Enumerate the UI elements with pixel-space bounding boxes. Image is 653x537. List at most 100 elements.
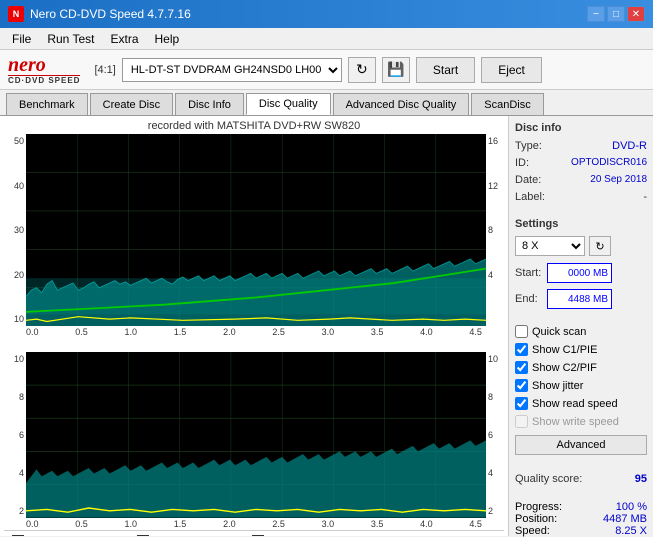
end-input[interactable] bbox=[547, 289, 612, 309]
menu-help[interactable]: Help bbox=[147, 30, 188, 48]
bot-y-right-10: 10 bbox=[488, 354, 498, 364]
start-input[interactable] bbox=[547, 263, 612, 283]
show-jitter-checkbox[interactable] bbox=[515, 379, 528, 392]
progress-value: 100 % bbox=[616, 501, 647, 513]
advanced-button[interactable]: Advanced bbox=[515, 435, 647, 455]
type-row: Type: DVD-R bbox=[515, 140, 647, 152]
menubar: File Run Test Extra Help bbox=[0, 28, 653, 50]
show-c1pie-label: Show C1/PIE bbox=[532, 344, 597, 356]
speed-display-row: Speed: 8.25 X bbox=[515, 525, 647, 537]
tab-bar: Benchmark Create Disc Disc Info Disc Qua… bbox=[0, 90, 653, 116]
show-c1pie-checkbox[interactable] bbox=[515, 343, 528, 356]
nero-logo: nero CD·DVD SPEED bbox=[8, 55, 80, 85]
quick-scan-row: Quick scan bbox=[515, 325, 647, 338]
quick-scan-checkbox[interactable] bbox=[515, 325, 528, 338]
quality-score-row: Quality score: 95 bbox=[515, 473, 647, 485]
top-y-right-12: 12 bbox=[488, 181, 498, 191]
tab-advanced-disc-quality[interactable]: Advanced Disc Quality bbox=[333, 93, 470, 115]
top-chart-svg bbox=[26, 134, 486, 326]
bottom-chart-inner bbox=[26, 352, 486, 518]
top-y-right-8: 8 bbox=[488, 225, 493, 235]
progress-label: Progress: bbox=[515, 501, 562, 513]
menu-extra[interactable]: Extra bbox=[102, 30, 146, 48]
bottom-chart-svg bbox=[26, 352, 486, 518]
speed-display-label: Speed: bbox=[515, 525, 550, 537]
minimize-button[interactable]: − bbox=[587, 6, 605, 22]
bot-y-left-2: 2 bbox=[19, 506, 24, 516]
speed-select[interactable]: 8 X bbox=[515, 236, 585, 256]
start-label: Start: bbox=[515, 267, 543, 279]
id-value: OPTODISCR016 bbox=[571, 157, 647, 169]
save-icon: 💾 bbox=[387, 61, 404, 78]
maximize-button[interactable]: □ bbox=[607, 6, 625, 22]
show-jitter-row: Show jitter bbox=[515, 379, 647, 392]
main-content: recorded with MATSHITA DVD+RW SW820 50 4… bbox=[0, 116, 653, 536]
bot-y-right-4: 4 bbox=[488, 468, 493, 478]
start-row: Start: bbox=[515, 263, 647, 283]
show-read-speed-checkbox[interactable] bbox=[515, 397, 528, 410]
menu-file[interactable]: File bbox=[4, 30, 39, 48]
settings-title: Settings bbox=[515, 218, 647, 230]
top-y-left-50: 50 bbox=[14, 136, 24, 146]
top-chart-inner bbox=[26, 134, 486, 326]
show-c1pie-row: Show C1/PIE bbox=[515, 343, 647, 356]
top-y-right-16: 16 bbox=[488, 136, 498, 146]
top-y-left-30: 30 bbox=[14, 225, 24, 235]
bot-y-left-6: 6 bbox=[19, 430, 24, 440]
show-read-speed-label: Show read speed bbox=[532, 398, 618, 410]
right-panel: Disc info Type: DVD-R ID: OPTODISCR016 D… bbox=[508, 116, 653, 536]
eject-button[interactable]: Eject bbox=[481, 57, 542, 83]
top-y-right-4: 4 bbox=[488, 270, 493, 280]
tab-scan-disc[interactable]: ScanDisc bbox=[471, 93, 543, 115]
quality-score-label: Quality score: bbox=[515, 473, 582, 485]
show-c2pif-row: Show C2/PIF bbox=[515, 361, 647, 374]
titlebar: N Nero CD-DVD Speed 4.7.7.16 − □ ✕ bbox=[0, 0, 653, 28]
position-label: Position: bbox=[515, 513, 557, 525]
settings-refresh-button[interactable]: ↻ bbox=[589, 236, 611, 256]
top-y-left-20: 20 bbox=[14, 270, 24, 280]
show-jitter-label: Show jitter bbox=[532, 380, 583, 392]
top-y-left-40: 40 bbox=[14, 181, 24, 191]
speed-display-value: 8.25 X bbox=[615, 525, 647, 537]
tab-benchmark[interactable]: Benchmark bbox=[6, 93, 88, 115]
show-write-speed-label: Show write speed bbox=[532, 416, 619, 428]
show-read-speed-row: Show read speed bbox=[515, 397, 647, 410]
disc-info-title: Disc info bbox=[515, 122, 647, 134]
show-write-speed-checkbox[interactable] bbox=[515, 415, 528, 428]
recorded-with-label: recorded with MATSHITA DVD+RW SW820 bbox=[4, 120, 504, 132]
tab-disc-info[interactable]: Disc Info bbox=[175, 93, 244, 115]
label-row: Label: - bbox=[515, 191, 647, 203]
chart-area: recorded with MATSHITA DVD+RW SW820 50 4… bbox=[0, 116, 508, 536]
start-button[interactable]: Start bbox=[416, 57, 475, 83]
tab-disc-quality[interactable]: Disc Quality bbox=[246, 93, 331, 115]
speed-row: 8 X ↻ bbox=[515, 236, 647, 256]
position-value: 4487 MB bbox=[603, 513, 647, 525]
position-row: Position: 4487 MB bbox=[515, 513, 647, 525]
date-row: Date: 20 Sep 2018 bbox=[515, 174, 647, 186]
app-title: Nero CD-DVD Speed 4.7.7.16 bbox=[30, 7, 587, 21]
date-label: Date: bbox=[515, 174, 541, 186]
toolbar: nero CD·DVD SPEED [4:1] HL-DT-ST DVDRAM … bbox=[0, 50, 653, 90]
window-controls: − □ ✕ bbox=[587, 6, 645, 22]
label-label: Label: bbox=[515, 191, 545, 203]
bottom-chart-x-labels: 0.0 0.5 1.0 1.5 2.0 2.5 3.0 3.5 4.0 4.5 bbox=[4, 518, 504, 530]
save-button[interactable]: 💾 bbox=[382, 57, 410, 83]
drive-prefix: [4:1] bbox=[94, 64, 115, 76]
bot-y-right-8: 8 bbox=[488, 392, 493, 402]
bot-y-left-10: 10 bbox=[14, 354, 24, 364]
bot-y-right-2: 2 bbox=[488, 506, 493, 516]
end-label: End: bbox=[515, 293, 543, 305]
close-button[interactable]: ✕ bbox=[627, 6, 645, 22]
show-c2pif-checkbox[interactable] bbox=[515, 361, 528, 374]
tab-create-disc[interactable]: Create Disc bbox=[90, 93, 173, 115]
bot-y-left-8: 8 bbox=[19, 392, 24, 402]
progress-section: Progress: 100 % Position: 4487 MB Speed:… bbox=[515, 501, 647, 537]
quality-score-value: 95 bbox=[635, 473, 647, 485]
date-value: 20 Sep 2018 bbox=[590, 174, 647, 186]
label-value: - bbox=[643, 191, 647, 203]
refresh-icon: ↻ bbox=[356, 61, 368, 78]
refresh-button[interactable]: ↻ bbox=[348, 57, 376, 83]
menu-run-test[interactable]: Run Test bbox=[39, 30, 102, 48]
id-row: ID: OPTODISCR016 bbox=[515, 157, 647, 169]
drive-select[interactable]: HL-DT-ST DVDRAM GH24NSD0 LH00 bbox=[122, 58, 342, 82]
